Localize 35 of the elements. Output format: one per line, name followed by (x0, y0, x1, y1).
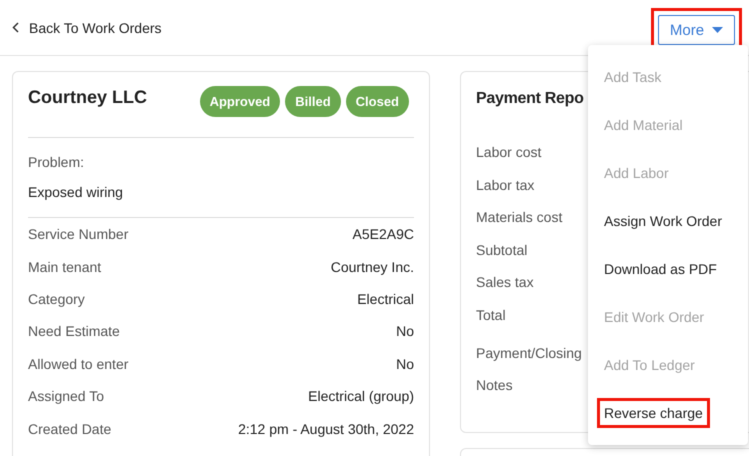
field-label: Sales tax (476, 273, 535, 292)
back-link[interactable]: Back To Work Orders (12, 20, 162, 36)
field-label: Subtotal (476, 240, 528, 260)
field-label: Main tenant (28, 258, 102, 275)
field-label: Allowed to enter (28, 356, 128, 372)
card-title: Courtney LLC (28, 86, 147, 108)
chevron-left-icon (12, 22, 19, 33)
field-value: Electrical (group) (308, 388, 414, 404)
field-label: Category (28, 290, 85, 307)
field-value: Courtney Inc. (330, 258, 414, 275)
more-button[interactable]: More (658, 15, 735, 45)
menu-item[interactable]: Reverse charge (597, 398, 710, 428)
field-label: Total (476, 306, 507, 324)
field-value: No (396, 323, 414, 340)
problem-text: Exposed wiring (28, 184, 124, 200)
field-value: 2:12 pm - August 30th, 2022 (238, 420, 414, 437)
field-label: Labor cost (476, 143, 542, 162)
field-label: Labor tax (476, 176, 536, 194)
field-label: Service Number (28, 226, 128, 242)
field-label: Assigned To (28, 388, 104, 404)
field-label: Problem: (28, 154, 86, 170)
status-badge: Approved (200, 86, 280, 117)
menu-item[interactable]: Assign Work Order (597, 206, 729, 236)
status-badge: Billed (285, 86, 341, 117)
field-value: A5E2A9C (352, 226, 414, 242)
menu-item[interactable]: Download as PDF (597, 254, 724, 284)
card-title: Payment Repo (476, 89, 585, 108)
field-label: Payment/Closing Notes (476, 344, 583, 395)
field-value: No (396, 356, 414, 372)
field-label: Need Estimate (28, 323, 120, 340)
field-label: Created Date (28, 420, 112, 437)
status-badge: Closed (346, 86, 409, 117)
field-value: Electrical (357, 290, 414, 307)
caret-down-icon (712, 27, 724, 33)
field-label: Materials cost (476, 208, 564, 227)
